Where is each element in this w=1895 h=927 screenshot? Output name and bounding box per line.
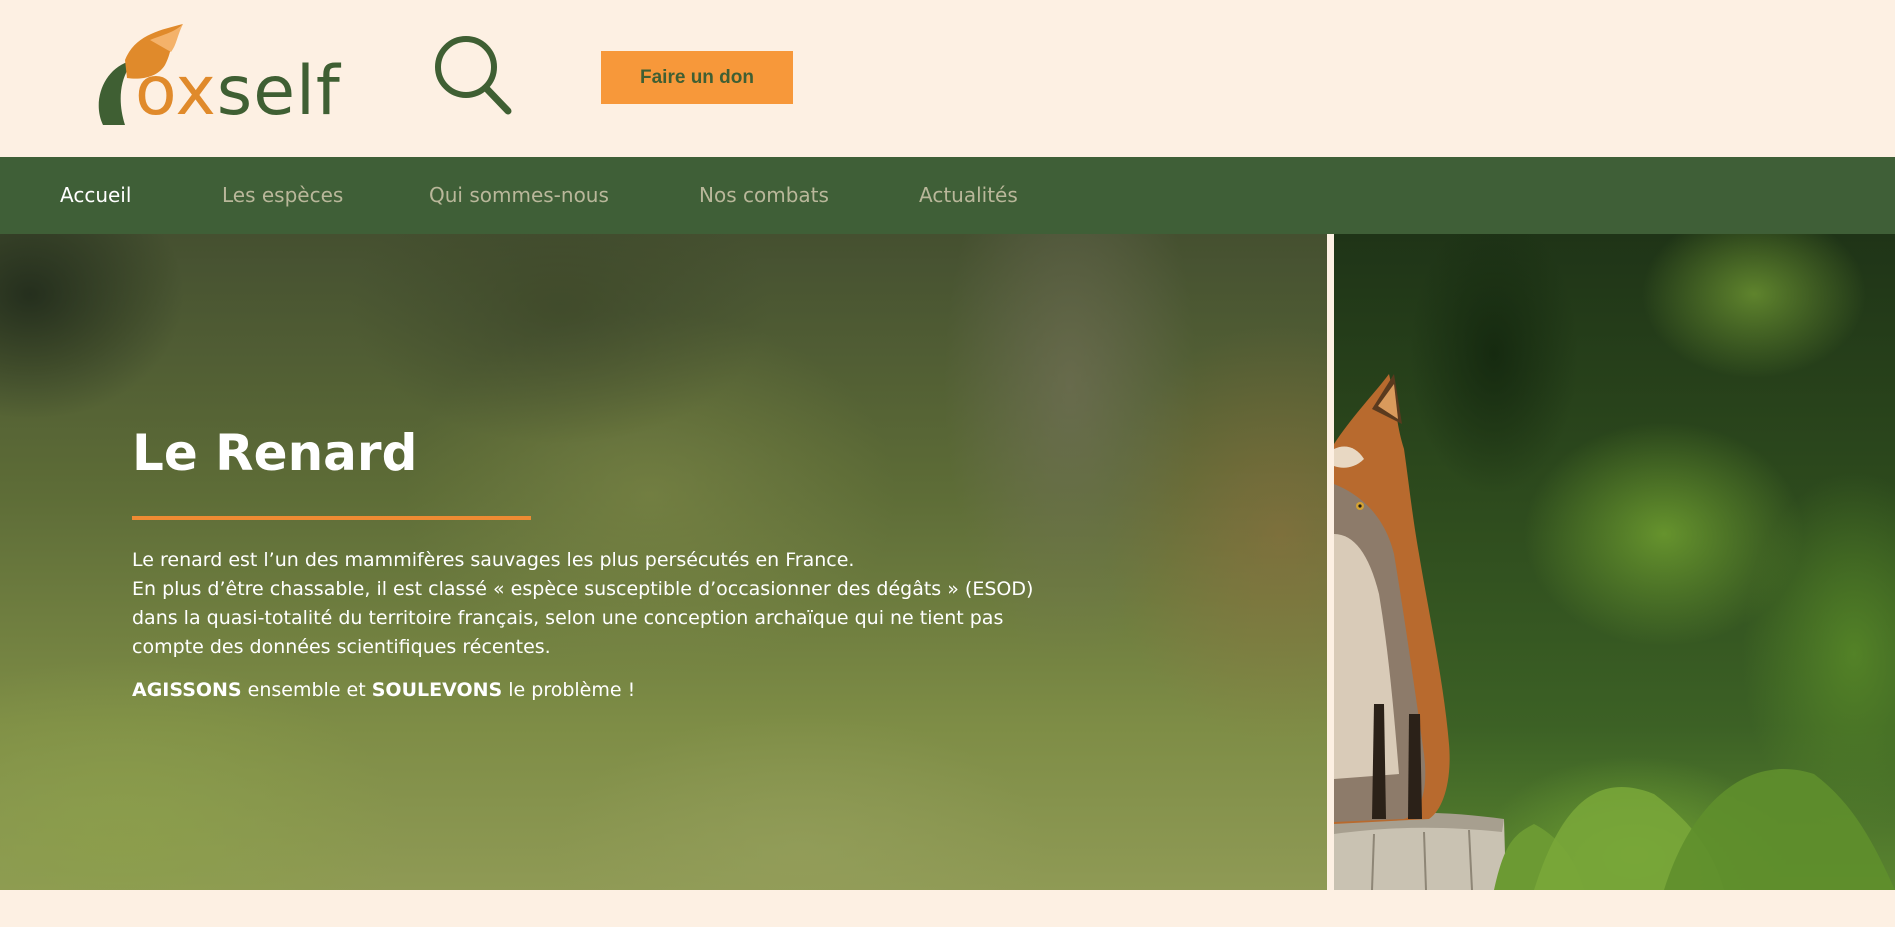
search-button[interactable] — [430, 33, 514, 117]
hero-section: Le Renard Le renard est l’un des mammifè… — [0, 234, 1895, 890]
hero-paragraph-line2: En plus d’être chassable, il est classé … — [132, 578, 1034, 658]
nav-item-actualites[interactable]: Actualités — [919, 157, 1018, 234]
nav-item-especes[interactable]: Les espèces — [222, 157, 343, 234]
hero-description: Le renard est l’un des mammifères sauvag… — [132, 546, 1052, 705]
hero-blurred-background: Le Renard Le renard est l’un des mammifè… — [0, 234, 1327, 890]
hero-title: Le Renard — [132, 424, 418, 482]
main-nav: Accueil Les espèces Qui sommes-nous Nos … — [0, 157, 1895, 234]
hero-divider — [1327, 234, 1334, 890]
logo-wordmark: oxself — [135, 52, 341, 131]
nav-item-accueil[interactable]: Accueil — [60, 157, 131, 234]
hero-call-to-action: AGISSONS ensemble et SOULEVONS le problè… — [132, 679, 636, 701]
foxself-logo[interactable]: oxself — [95, 20, 355, 130]
nav-item-qui-sommes-nous[interactable]: Qui sommes-nous — [429, 157, 609, 234]
hero-title-underline — [132, 516, 531, 520]
site-header: oxself Faire un don — [0, 0, 1895, 157]
fox-photo — [1334, 234, 1895, 890]
donate-button[interactable]: Faire un don — [601, 51, 793, 104]
hero-paragraph-line1: Le renard est l’un des mammifères sauvag… — [132, 549, 855, 571]
search-icon — [435, 36, 512, 115]
nav-item-nos-combats[interactable]: Nos combats — [699, 157, 829, 234]
fox-illustration-icon — [1334, 374, 1895, 890]
